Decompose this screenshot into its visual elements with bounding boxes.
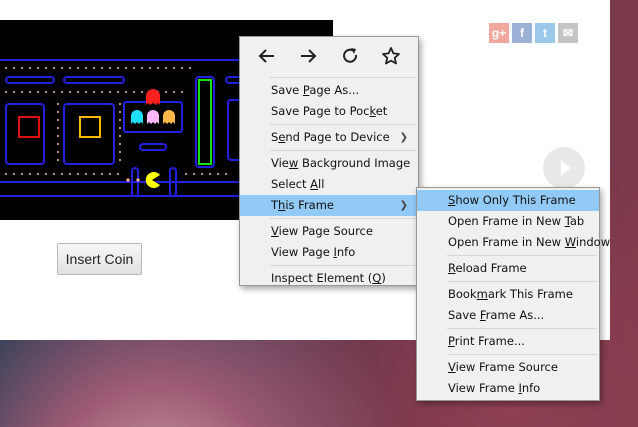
menu-separator [447,255,597,256]
this-frame-submenu: Show Only This Frame Open Frame in New T… [416,187,610,401]
chevron-right-icon: ❯ [399,200,408,211]
menu-separator [270,150,416,151]
menu-item-send-to-device[interactable]: Send Page to Device ❯ [240,127,418,148]
menu-item-view-page-source[interactable]: View Page Source [240,221,418,242]
menu-separator [270,218,416,219]
ghost-red [146,89,160,105]
menu-item-this-frame[interactable]: This Frame ❯ [240,195,418,216]
context-menu: Save Page As... Save Page to Pocket Send… [239,36,419,286]
pacman [145,172,160,188]
chevron-right-icon: ❯ [399,132,408,143]
context-menu-nav [240,37,418,75]
submenu-item-show-only-this-frame[interactable]: Show Only This Frame [417,190,599,211]
forward-icon[interactable] [298,46,318,66]
bookmark-star-icon[interactable] [381,46,401,66]
twitter-icon[interactable]: t [535,23,555,43]
submenu-item-bookmark-frame[interactable]: Bookmark This Frame [417,284,599,305]
reload-icon[interactable] [340,46,360,66]
menu-item-view-background-image[interactable]: View Background Image [240,153,418,174]
menu-separator [447,354,597,355]
play-button[interactable] [543,147,585,189]
play-icon [560,161,571,175]
menu-separator [270,124,416,125]
menu-separator [270,265,416,266]
menu-separator [270,77,416,78]
menu-item-view-page-info[interactable]: View Page Info [240,242,418,263]
menu-item-select-all[interactable]: Select All [240,174,418,195]
insert-coin-button[interactable]: Insert Coin [57,243,142,275]
submenu-item-open-frame-new-tab[interactable]: Open Frame in New Tab [417,211,599,232]
submenu-item-save-frame-as[interactable]: Save Frame As... [417,305,599,326]
social-share-bar: g+ f t ✉ [489,23,578,43]
submenu-item-view-frame-source[interactable]: View Frame Source [417,357,599,378]
menu-item-save-to-pocket[interactable]: Save Page to Pocket [240,101,418,122]
menu-separator [447,281,597,282]
menu-item-save-page-as[interactable]: Save Page As... [240,80,418,101]
submenu-item-reload-frame[interactable]: Reload Frame [417,258,599,279]
mail-icon[interactable]: ✉ [558,23,578,43]
google-plus-icon[interactable]: g+ [489,23,509,43]
menu-separator [447,328,597,329]
submenu-item-open-frame-new-window[interactable]: Open Frame in New Window [417,232,610,253]
submenu-item-print-frame[interactable]: Print Frame... [417,331,599,352]
submenu-item-view-frame-info[interactable]: View Frame Info [417,378,599,399]
menu-item-inspect-element[interactable]: Inspect Element (Q) [240,268,418,289]
back-icon[interactable] [257,46,277,66]
facebook-icon[interactable]: f [512,23,532,43]
